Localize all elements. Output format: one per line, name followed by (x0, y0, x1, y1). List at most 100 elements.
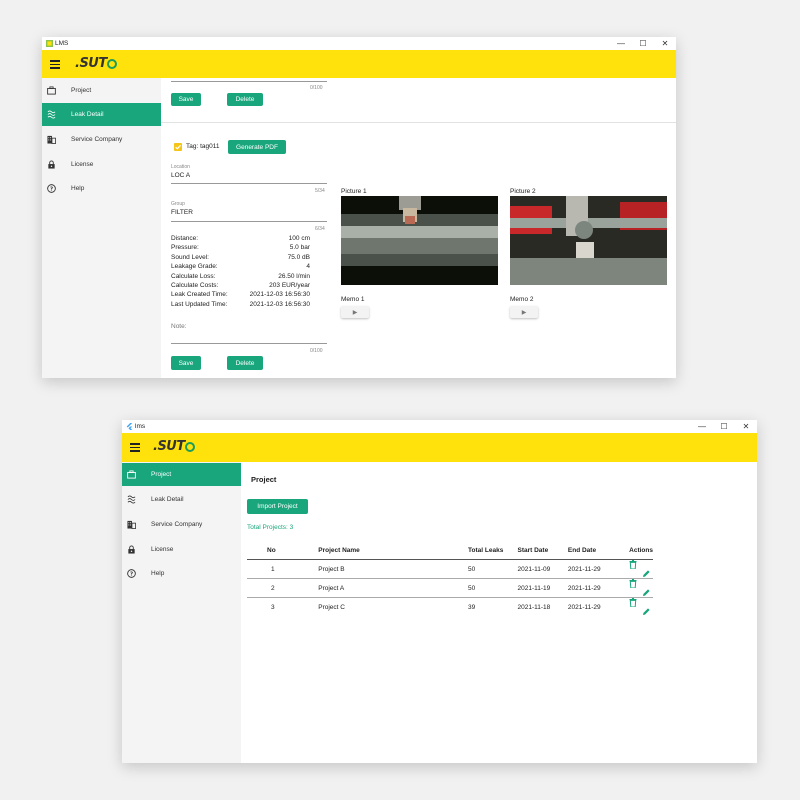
column-header-start-date: Start Date (517, 542, 568, 560)
row-actions (629, 559, 653, 579)
detail-row: Calculate Costs: 203 EUR/year (171, 282, 310, 290)
sidebar-item-project[interactable]: Project (42, 79, 161, 102)
note-label: Note: (171, 323, 187, 330)
row-project-name[interactable]: Project A (318, 578, 469, 598)
sidebar-item-license[interactable]: License (42, 153, 161, 176)
building-icon (47, 135, 56, 144)
close-button[interactable]: ✕ (654, 37, 676, 50)
briefcase-icon (47, 86, 56, 95)
minimize-button[interactable]: — (610, 37, 632, 50)
save-button[interactable]: Save (171, 356, 201, 370)
close-button[interactable]: ✕ (735, 420, 757, 433)
delete-button[interactable]: Delete (227, 356, 263, 370)
column-header-no: No (247, 542, 319, 560)
sidebar: Project Leak Detail Service Company Lice… (122, 462, 241, 763)
svg-text:?: ? (50, 186, 53, 192)
generate-pdf-button[interactable]: Generate PDF (228, 140, 286, 154)
import-project-button[interactable]: Import Project (247, 499, 308, 514)
menu-icon[interactable] (50, 60, 60, 71)
top-note-underline (171, 81, 327, 82)
delete-icon[interactable] (629, 560, 637, 569)
detail-row: Distance: 100 cm (171, 235, 310, 242)
column-header-end-date: End Date (567, 542, 630, 560)
sidebar-item-service-company[interactable]: Service Company (42, 128, 161, 151)
group-input[interactable]: FILTER (171, 209, 193, 216)
maximize-button[interactable]: ☐ (713, 420, 735, 433)
picture2-label: Picture 2 (510, 188, 536, 195)
row-project-name[interactable]: Project C (318, 598, 468, 617)
table-header-row: No Project Name Total Leaks Start Date E… (247, 542, 653, 560)
location-label: Location (171, 164, 190, 170)
minimize-button[interactable]: — (691, 420, 713, 433)
sidebar-item-label: License (151, 546, 174, 553)
top-note-counter: 0/100 (310, 85, 323, 91)
delete-button-top[interactable]: Delete (227, 93, 263, 106)
detail-row: Calculate Loss: 26.50 l/min (171, 272, 310, 280)
sidebar-item-service-company[interactable]: Service Company (122, 513, 241, 536)
sidebar-item-help[interactable]: ? Help (122, 562, 241, 585)
edit-icon[interactable] (642, 569, 650, 578)
projects-table: No Project Name Total Leaks Start Date E… (247, 542, 653, 616)
row-end-date: 2021-11-29 (567, 578, 630, 598)
leak-wave-icon (127, 495, 136, 504)
table-row: 1 Project B 50 2021-11-09 2021-11-29 (247, 559, 653, 579)
row-no: 2 (247, 578, 319, 598)
leak-details-list: Distance: 100 cm Pressure: 5.0 bar Sound L… (171, 234, 310, 309)
row-actions (629, 578, 653, 598)
sidebar-item-help[interactable]: ? Help (42, 177, 161, 200)
detail-row: Leak Created Time: 2021-12-03 16:56:30 (171, 291, 310, 299)
column-header-project-name: Project Name (318, 542, 469, 560)
row-total-leaks: 39 (468, 603, 476, 611)
detail-row: Sound Level: 75.0 dB (171, 253, 310, 261)
location-input[interactable]: LOC A (171, 172, 190, 179)
row-project-name[interactable]: Project B (318, 559, 469, 579)
sidebar-item-leak-detail[interactable]: Leak Detail (42, 103, 161, 126)
title-bar: lms — ☐ ✕ (122, 420, 757, 433)
edit-icon[interactable] (642, 588, 650, 597)
lock-icon (48, 160, 55, 169)
save-button-top[interactable]: Save (171, 93, 201, 106)
group-underline (171, 221, 327, 222)
edit-icon[interactable] (642, 607, 650, 616)
app-header: .SUT (42, 50, 676, 78)
lms-window-leak-detail: LMS — ☐ ✕ .SUT Project Leak Detail Servi… (42, 37, 676, 378)
menu-icon[interactable] (130, 443, 140, 454)
sidebar-item-license[interactable]: License (122, 538, 241, 561)
memo2-play-button[interactable]: ▶ (510, 306, 538, 318)
row-end-date: 2021-11-29 (567, 603, 601, 611)
note-counter: 0/100 (310, 348, 323, 354)
note-input[interactable] (171, 343, 327, 344)
group-counter: 6/34 (315, 226, 325, 232)
row-total-leaks: 50 (468, 559, 518, 579)
row-actions (629, 598, 653, 617)
sidebar-item-label: Leak Detail (71, 111, 104, 118)
row-end-date: 2021-11-29 (567, 559, 630, 579)
picture1-label: Picture 1 (341, 188, 367, 195)
sidebar-item-label: Service Company (151, 521, 203, 528)
table-row: 2 Project A 50 2021-11-19 2021-11-29 (247, 578, 653, 598)
title-bar: LMS — ☐ ✕ (42, 37, 676, 50)
app-header: .SUT (122, 433, 757, 462)
maximize-button[interactable]: ☐ (632, 37, 654, 50)
sidebar-item-label: Leak Detail (151, 496, 184, 503)
help-circle-icon: ? (47, 184, 56, 193)
row-no: 1 (247, 559, 319, 579)
delete-icon[interactable] (629, 579, 637, 588)
sidebar-item-project[interactable]: Project (122, 463, 241, 486)
lock-icon (128, 545, 135, 554)
memo1-label: Memo 1 (341, 296, 365, 303)
memo1-play-button[interactable]: ▶ (341, 306, 369, 318)
sidebar-item-leak-detail[interactable]: Leak Detail (122, 488, 241, 511)
picture2-image[interactable] (510, 196, 667, 285)
tag-checkbox[interactable] (174, 143, 182, 151)
delete-icon[interactable] (629, 598, 637, 607)
column-header-actions: Actions (629, 542, 653, 560)
window-title: lms (135, 423, 146, 430)
suto-logo: .SUT (75, 56, 117, 71)
total-projects-label: Total Projects: 3 (247, 524, 294, 531)
picture1-image[interactable] (341, 196, 498, 285)
detail-row: Last Updated Time: 2021-12-03 16:56:30 (171, 300, 310, 308)
suto-logo: .SUT (153, 439, 195, 454)
memo2-label: Memo 2 (510, 296, 534, 303)
sidebar-item-label: Help (151, 570, 165, 577)
